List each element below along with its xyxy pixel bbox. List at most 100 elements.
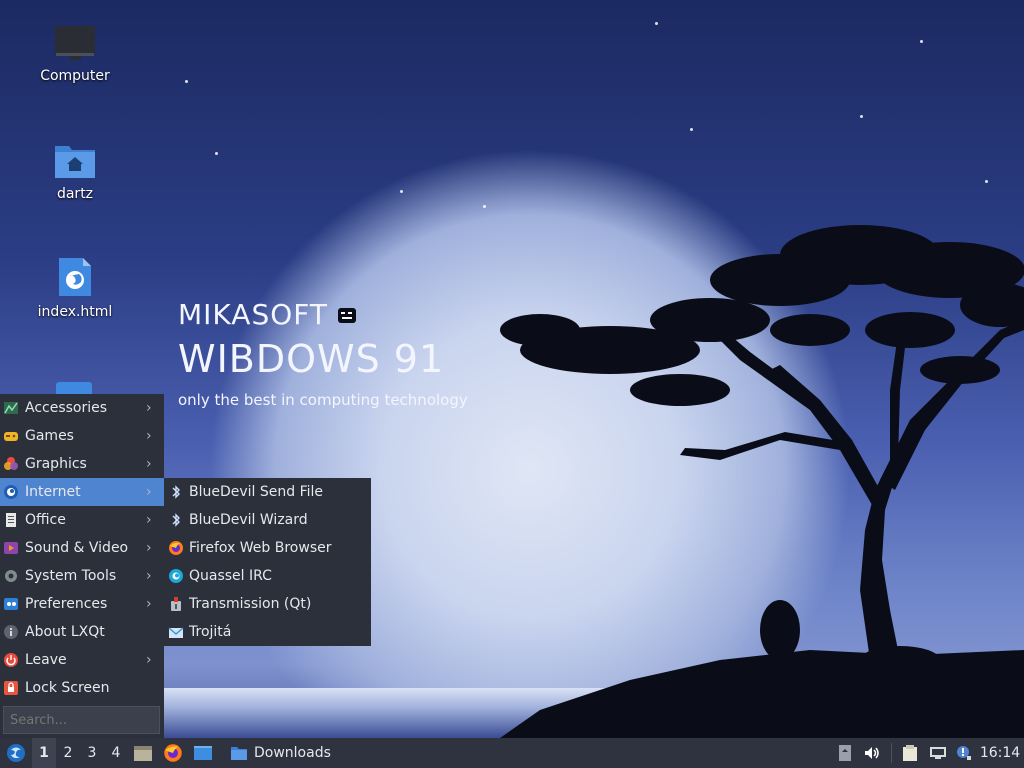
accessories-icon (2, 399, 20, 417)
submenu-item-trojita[interactable]: Trojitá (164, 618, 371, 646)
menu-search-input[interactable] (3, 706, 160, 734)
wallpaper-brand: MIKASOFT (178, 298, 468, 331)
menu-item-office[interactable]: Office › (0, 506, 164, 534)
menu-item-label: Sound & Video (25, 540, 129, 556)
desktop-icon-label: Computer (40, 68, 110, 84)
quicklaunch-file-manager[interactable] (128, 738, 158, 768)
taskbar-window-downloads[interactable]: Downloads (222, 738, 339, 768)
quicklaunch-firefox[interactable] (158, 738, 188, 768)
quicklaunch-show-desktop[interactable] (188, 738, 218, 768)
menu-item-graphics[interactable]: Graphics › (0, 450, 164, 478)
info-icon (2, 623, 20, 641)
storage-icon (839, 745, 851, 761)
submenu-item-label: Quassel IRC (189, 568, 272, 584)
chevron-right-icon: › (146, 596, 152, 612)
internet-submenu: BlueDevil Send File BlueDevil Wizard Fir… (164, 478, 371, 646)
menu-item-label: Lock Screen (25, 680, 110, 696)
system-tools-icon (2, 567, 20, 585)
firefox-icon (164, 744, 182, 762)
mail-icon (167, 623, 185, 641)
submenu-item-quassel-irc[interactable]: Quassel IRC (164, 562, 371, 590)
menu-item-internet[interactable]: Internet › (0, 478, 164, 506)
chevron-right-icon: › (146, 484, 152, 500)
lxqt-logo-icon (7, 744, 25, 762)
tray-clipboard[interactable] (833, 738, 857, 768)
menu-item-label: Games (25, 428, 74, 444)
menu-item-label: About LXQt (25, 624, 105, 640)
lock-icon (2, 679, 20, 697)
chevron-right-icon: › (146, 568, 152, 584)
workspace-4[interactable]: 4 (104, 738, 128, 768)
submenu-item-label: Transmission (Qt) (189, 596, 312, 612)
workspace-2[interactable]: 2 (56, 738, 80, 768)
tray-divider (891, 743, 892, 763)
taskbar: 1 2 3 4 Downloads 16:14 (0, 738, 1024, 768)
folder-icon (231, 747, 247, 760)
chevron-right-icon: › (146, 456, 152, 472)
power-icon (2, 651, 20, 669)
desktop-icon-index-html[interactable]: index.html (20, 256, 130, 320)
chevron-right-icon: › (146, 540, 152, 556)
desktop-icon-label: index.html (37, 304, 113, 320)
office-icon (2, 511, 20, 529)
workspace-1[interactable]: 1 (32, 738, 56, 768)
menu-item-preferences[interactable]: Preferences › (0, 590, 164, 618)
bluetooth-icon (167, 511, 185, 529)
menu-item-leave[interactable]: Leave › (0, 646, 164, 674)
chevron-right-icon: › (146, 428, 152, 444)
wallpaper-text: MIKASOFT WIBDOWS 91 only the best in com… (178, 298, 468, 409)
home-folder-icon (55, 146, 95, 178)
brand-logo-icon (337, 307, 356, 323)
submenu-item-label: Trojitá (189, 624, 232, 640)
wallpaper-tagline: only the best in computing technology (178, 391, 468, 409)
volume-icon (865, 747, 879, 759)
start-menu: Accessories › Games › Graphics › Interne… (0, 394, 164, 738)
sound-video-icon (2, 539, 20, 557)
tray-clipboard-manager[interactable] (896, 738, 924, 768)
menu-item-label: Preferences (25, 596, 108, 612)
transmission-icon (167, 595, 185, 613)
bluetooth-icon (167, 483, 185, 501)
menu-item-accessories[interactable]: Accessories › (0, 394, 164, 422)
submenu-item-bluedevil-wizard[interactable]: BlueDevil Wizard (164, 506, 371, 534)
start-menu-button[interactable] (0, 738, 32, 768)
wallpaper-title: WIBDOWS 91 (178, 337, 445, 381)
taskbar-window-label: Downloads (254, 745, 331, 761)
tree-silhouette (500, 225, 1024, 738)
chevron-right-icon: › (146, 512, 152, 528)
menu-item-label: Internet (25, 484, 81, 500)
system-tray: 16:14 (833, 738, 1024, 768)
desktop-icon-computer[interactable]: Computer (20, 24, 130, 84)
preferences-icon (2, 595, 20, 613)
menu-item-label: System Tools (25, 568, 117, 584)
submenu-item-bluedevil-send-file[interactable]: BlueDevil Send File (164, 478, 371, 506)
tray-notifications[interactable] (952, 738, 976, 768)
submenu-item-firefox[interactable]: Firefox Web Browser (164, 534, 371, 562)
menu-item-sound-video[interactable]: Sound & Video › (0, 534, 164, 562)
menu-item-games[interactable]: Games › (0, 422, 164, 450)
notification-icon (957, 746, 971, 760)
tray-volume[interactable] (857, 738, 887, 768)
submenu-item-label: BlueDevil Send File (189, 484, 324, 500)
computer-icon (55, 26, 95, 60)
desktop-icon-home[interactable]: dartz (20, 140, 130, 202)
quassel-icon (167, 567, 185, 585)
menu-item-lock-screen[interactable]: Lock Screen (0, 674, 164, 702)
games-icon (2, 427, 20, 445)
tray-network[interactable] (924, 738, 952, 768)
menu-item-about-lxqt[interactable]: About LXQt (0, 618, 164, 646)
submenu-item-label: Firefox Web Browser (189, 540, 332, 556)
desktop-icon-label: dartz (56, 186, 94, 202)
graphics-icon (2, 455, 20, 473)
menu-item-label: Office (25, 512, 66, 528)
chevron-right-icon: › (146, 400, 152, 416)
workspace-3[interactable]: 3 (80, 738, 104, 768)
submenu-item-transmission[interactable]: Transmission (Qt) (164, 590, 371, 618)
clock[interactable]: 16:14 (976, 738, 1024, 768)
submenu-item-label: BlueDevil Wizard (189, 512, 308, 528)
menu-item-system-tools[interactable]: System Tools › (0, 562, 164, 590)
menu-item-label: Graphics (25, 456, 87, 472)
firefox-icon (167, 539, 185, 557)
internet-icon (2, 483, 20, 501)
html-file-icon (59, 258, 91, 296)
